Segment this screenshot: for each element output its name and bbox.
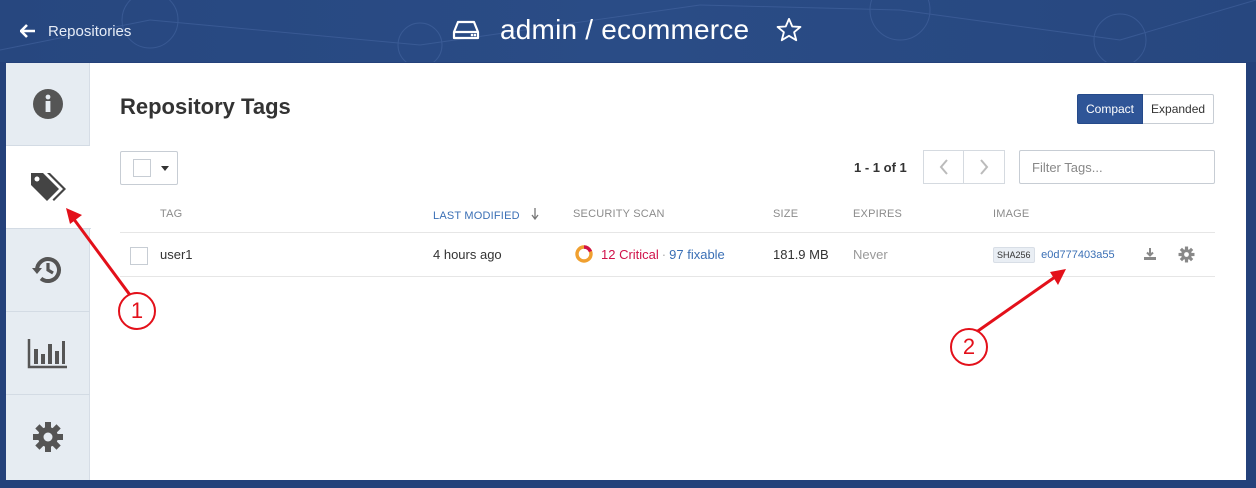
size-value: 181.9 MB xyxy=(773,247,829,262)
column-header-tag[interactable]: TAG xyxy=(160,208,182,220)
prev-page-button[interactable] xyxy=(923,150,964,184)
header-divider xyxy=(120,232,1215,233)
back-to-repositories-link[interactable]: Repositories xyxy=(20,20,131,42)
bulk-select-dropdown[interactable] xyxy=(120,151,178,185)
pagination-info: 1 - 1 of 1 xyxy=(854,160,907,175)
sidebar-item-tags[interactable] xyxy=(6,146,91,229)
column-header-last-modified[interactable]: LAST MODIFIED xyxy=(433,208,539,222)
critical-count-link[interactable]: 12 Critical xyxy=(601,247,659,262)
sidebar-item-settings[interactable] xyxy=(6,395,90,478)
sidebar xyxy=(6,63,91,480)
tags-content: Repository Tags Compact Expanded 1 - 1 o… xyxy=(120,63,1220,480)
download-icon[interactable] xyxy=(1143,247,1157,261)
row-checkbox[interactable] xyxy=(130,247,148,265)
column-header-image: IMAGE xyxy=(993,208,1030,220)
page-title: Repository Tags xyxy=(120,94,291,119)
image-cell: SHA256 e0d777403a55 xyxy=(993,246,1115,263)
top-bar: Repositories admin / ecommerce xyxy=(0,0,1256,62)
row-divider xyxy=(120,276,1215,277)
chevron-down-icon xyxy=(161,165,169,171)
repo-title: admin / ecommerce xyxy=(500,14,750,45)
sidebar-item-history[interactable] xyxy=(6,229,90,312)
arrow-left-icon xyxy=(20,24,35,38)
sidebar-item-usage[interactable] xyxy=(6,312,90,395)
security-scan-cell: 12 Critical · 97 fixable xyxy=(574,244,725,264)
column-header-security-scan[interactable]: SECURITY SCAN xyxy=(573,208,665,220)
star-icon[interactable] xyxy=(775,16,803,44)
select-all-checkbox[interactable] xyxy=(133,159,151,177)
tag-name[interactable]: user1 xyxy=(160,247,193,262)
vulnerability-donut-icon xyxy=(575,245,593,263)
main-panel: Repository Tags Compact Expanded 1 - 1 o… xyxy=(6,63,1246,480)
pagination xyxy=(923,150,1005,184)
image-digest-link[interactable]: e0d777403a55 xyxy=(1041,249,1114,261)
filter-tags-input[interactable] xyxy=(1019,150,1215,184)
next-page-button[interactable] xyxy=(964,150,1005,184)
tag-options-gear-icon[interactable] xyxy=(1178,246,1195,263)
fixable-count-link[interactable]: 97 fixable xyxy=(669,247,725,262)
tags-icon xyxy=(30,173,66,201)
last-modified-label: LAST MODIFIED xyxy=(433,210,520,222)
info-icon xyxy=(33,89,63,119)
last-modified-value: 4 hours ago xyxy=(433,247,502,262)
expanded-view-button[interactable]: Expanded xyxy=(1143,94,1215,124)
column-header-expires[interactable]: EXPIRES xyxy=(853,208,902,220)
chevron-right-icon xyxy=(980,159,989,175)
column-header-size[interactable]: SIZE xyxy=(773,208,798,220)
separator-dot: · xyxy=(661,246,667,262)
view-toggle: Compact Expanded xyxy=(1077,94,1215,124)
annotation-marker-1: 1 xyxy=(118,292,156,330)
gear-icon xyxy=(33,421,63,452)
sort-down-icon xyxy=(531,208,539,221)
back-label: Repositories xyxy=(48,22,132,40)
expires-value[interactable]: Never xyxy=(853,247,888,262)
repo-header: admin / ecommerce xyxy=(452,10,803,50)
annotation-marker-2: 2 xyxy=(950,328,988,366)
compact-view-button[interactable]: Compact xyxy=(1077,94,1144,124)
history-icon xyxy=(32,257,61,283)
bar-chart-icon xyxy=(27,339,67,369)
sidebar-item-info[interactable] xyxy=(6,63,90,146)
chevron-left-icon xyxy=(939,159,948,175)
sha256-badge: SHA256 xyxy=(993,247,1035,263)
hdd-icon xyxy=(452,20,480,40)
